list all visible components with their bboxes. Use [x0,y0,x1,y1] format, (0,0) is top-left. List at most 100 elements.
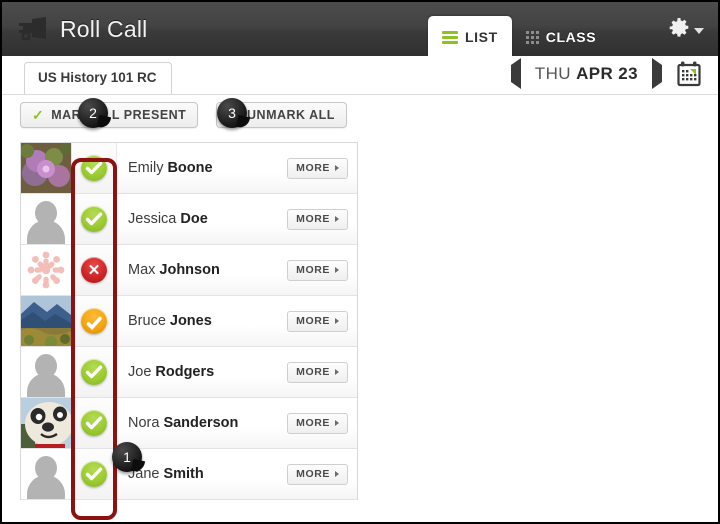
student-last-name: Johnson [159,262,220,278]
roll-call-app: Roll Call LIST CLASS US History 101 RC T… [0,0,720,524]
more-button-label: MORE [296,162,330,174]
callout-badge-3-number: 3 [228,105,236,121]
bulk-action-bar: ✓ MARK ALL PRESENT ↩ UNMARK ALL [2,95,718,135]
student-first-name: Jessica [128,211,177,227]
student-name[interactable]: Jane Smith [117,449,287,499]
half-check-circle-icon [81,308,107,334]
avatar [21,296,72,346]
list-lines-icon [442,30,458,44]
calendar-icon[interactable] [676,61,702,87]
more-cell: MORE [287,194,357,244]
student-first-name: Joe [128,364,152,380]
callout-badge-3: 3 [217,98,247,128]
triangle-right-icon [335,369,339,375]
tab-list[interactable]: LIST [428,16,512,56]
student-name[interactable]: Emily Boone [117,143,287,193]
mark-all-present-button[interactable]: ✓ MARK ALL PRESENT [20,102,199,128]
student-last-name: Sanderson [163,415,239,431]
attendance-status-toggle[interactable] [72,143,117,193]
avatar [21,143,72,193]
chevron-down-icon [694,27,704,34]
more-button[interactable]: MORE [287,259,348,281]
gear-icon [669,18,689,43]
student-first-name: Max [128,262,156,278]
grid-dots-icon [525,30,539,44]
avatar [21,245,72,295]
student-row[interactable]: Jane Smith MORE [21,449,357,500]
more-button[interactable]: MORE [287,361,348,383]
triangle-right-icon [335,420,339,426]
triangle-right-icon [335,267,339,273]
date-month-day: APR 23 [576,64,638,83]
avatar [21,449,72,499]
student-name[interactable]: Bruce Jones [117,296,287,346]
check-circle-icon [81,461,107,487]
app-title: Roll Call [60,15,148,42]
student-first-name: Bruce [128,313,166,329]
student-name[interactable]: Nora Sanderson [117,398,287,448]
more-cell: MORE [287,398,357,448]
check-circle-icon [81,155,107,181]
triangle-right-icon [335,471,339,477]
triangle-right-icon [335,216,339,222]
student-last-name: Doe [180,211,208,227]
check-icon: ✓ [32,107,45,123]
attendance-status-toggle[interactable] [72,194,117,244]
more-button[interactable]: MORE [287,310,348,332]
student-row[interactable]: ✕ Max Johnson MORE [21,245,357,296]
student-last-name: Smith [163,466,204,482]
app-header: Roll Call LIST CLASS [2,2,718,56]
more-button-label: MORE [296,468,330,480]
student-first-name: Emily [128,160,164,176]
date-day-of-week: THU [534,64,571,83]
attendance-status-toggle[interactable] [72,398,117,448]
attendance-status-toggle[interactable]: ✕ [72,245,117,295]
student-last-name: Jones [169,313,212,329]
student-row[interactable]: Jessica Doe MORE [21,194,357,245]
student-row[interactable]: Joe Rodgers MORE [21,347,357,398]
more-button[interactable]: MORE [287,208,348,230]
callout-badge-2: 2 [78,98,108,128]
check-circle-icon [81,206,107,232]
more-cell: MORE [287,143,357,193]
course-and-date-bar: US History 101 RC THU APR 23 [2,56,718,95]
student-name[interactable]: Jessica Doe [117,194,287,244]
tab-class[interactable]: CLASS [512,18,610,56]
callout-badge-2-number: 2 [89,105,97,121]
callout-badge-1: 1 [112,442,142,472]
previous-day-button[interactable] [510,58,521,89]
student-name[interactable]: Joe Rodgers [117,347,287,397]
x-circle-icon: ✕ [81,257,107,283]
tab-class-label: CLASS [545,29,597,45]
more-cell: MORE [287,296,357,346]
more-button-label: MORE [296,366,330,378]
mark-all-present-label: MARK ALL PRESENT [51,108,187,122]
more-button[interactable]: MORE [287,412,348,434]
attendance-status-toggle[interactable] [72,449,117,499]
more-cell: MORE [287,347,357,397]
student-row[interactable]: Emily Boone MORE [21,143,357,194]
next-day-button[interactable] [652,58,662,89]
student-row[interactable]: Nora Sanderson MORE [21,398,357,449]
student-first-name: Nora [128,415,160,431]
student-name[interactable]: Max Johnson [117,245,287,295]
student-row[interactable]: Bruce Jones MORE [21,296,357,347]
avatar [21,194,72,244]
attendance-status-toggle[interactable] [72,347,117,397]
check-circle-icon [81,410,107,436]
avatar [21,347,72,397]
student-last-name: Boone [167,160,213,176]
megaphone-icon [16,17,50,41]
more-button[interactable]: MORE [287,463,348,485]
attendance-status-toggle[interactable] [72,296,117,346]
more-button-label: MORE [296,213,330,225]
student-last-name: Rodgers [155,364,215,380]
settings-menu-button[interactable] [669,18,704,43]
more-cell: MORE [287,245,357,295]
more-button[interactable]: MORE [287,157,348,179]
date-navigator: THU APR 23 [510,58,702,90]
more-cell: MORE [287,449,357,499]
course-tab[interactable]: US History 101 RC [24,62,172,94]
callout-badge-1-number: 1 [123,449,131,465]
triangle-left-icon [510,58,521,89]
